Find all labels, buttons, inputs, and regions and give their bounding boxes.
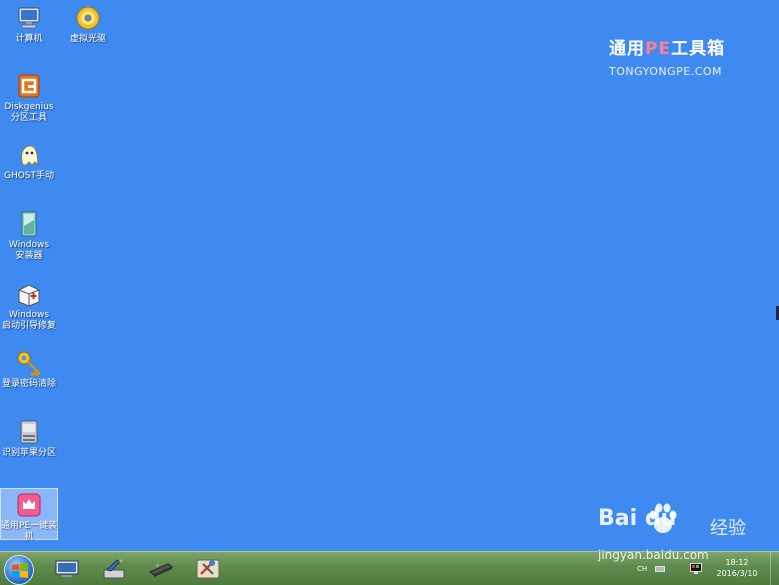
paw-icon [649,503,677,533]
desktop-icon-label: Windows [8,310,50,320]
desktop-icon-label: 虚拟光驱 [69,34,106,44]
first-aid-icon [18,284,40,307]
desktop-icon-label: 识别苹果分区 [1,448,56,458]
memory-chip-icon [149,563,173,577]
desktop-icon-label: 计算机 [15,34,43,44]
start-button[interactable] [4,555,34,585]
paint-brush-icon [103,559,125,579]
tools-icon [196,559,220,579]
desktop-icon-computer[interactable]: 计算机 [0,4,58,45]
baidu-watermark: Bai du 经验 jingyan.baidu.com [598,502,768,572]
hard-drive-icon [20,420,38,444]
desktop-icon-one-click-install[interactable]: 通用PE一键装 机 [0,488,58,542]
key-icon [17,351,41,377]
desktop-icon-label: 安装器 [15,251,43,261]
cd-drive-icon [76,6,100,30]
desktop-icon-diskgenius[interactable]: Diskgenius 分区工具 [0,72,58,124]
desktop-icon-label: 机 [24,532,34,542]
desktop-icon-label: 通用PE一键装 [1,521,58,531]
desktop-icon-windows-installer[interactable]: Windows 安装器 [0,210,58,262]
desktop-icon-boot-repair[interactable]: Windows 启动引导修复 [0,280,58,332]
taskbar-button-monitor[interactable] [54,558,80,580]
computer-icon [18,7,40,29]
installer-icon [21,211,37,237]
taskbar-button-memory[interactable] [148,558,174,580]
taskbar-button-tools[interactable] [195,558,221,580]
brand-url: TONGYONGPE.COM [609,65,723,78]
desktop[interactable]: 计算机 虚拟光驱 Diskgenius 分区工具 GHOST手动 Windows… [0,0,779,551]
desktop-icon-ghost[interactable]: GHOST手动 [0,141,58,182]
monitor-icon [55,560,79,577]
diskgenius-icon [18,74,40,98]
show-desktop-button[interactable] [770,552,779,585]
watermark-url: jingyan.baidu.com [598,548,709,562]
desktop-icon-virtual-drive[interactable]: 虚拟光驱 [59,4,117,45]
desktop-icon-label: 分区工具 [10,113,47,123]
desktop-icon-label: 登录密码清除 [1,379,56,389]
brand-title: 通用PE工具箱 [609,39,726,59]
watermark-cn: 经验 [710,518,746,539]
desktop-icon-apple-partition[interactable]: 识别苹果分区 [0,418,58,459]
desktop-icon-password-clear[interactable]: 登录密码清除 [0,349,58,390]
desktop-icon-label: 启动引导修复 [1,321,56,331]
desktop-icon-label: GHOST手动 [3,171,55,181]
brand-logo: 通用PE工具箱 TONGYONGPE.COM [609,34,739,78]
ghost-icon [21,145,39,167]
pink-crown-icon [17,493,41,517]
desktop-icon-label: Diskgenius [4,102,54,112]
desktop-icon-label: Windows [8,240,50,250]
taskbar-button-paint[interactable] [101,558,127,580]
windows-logo-icon [12,563,28,578]
